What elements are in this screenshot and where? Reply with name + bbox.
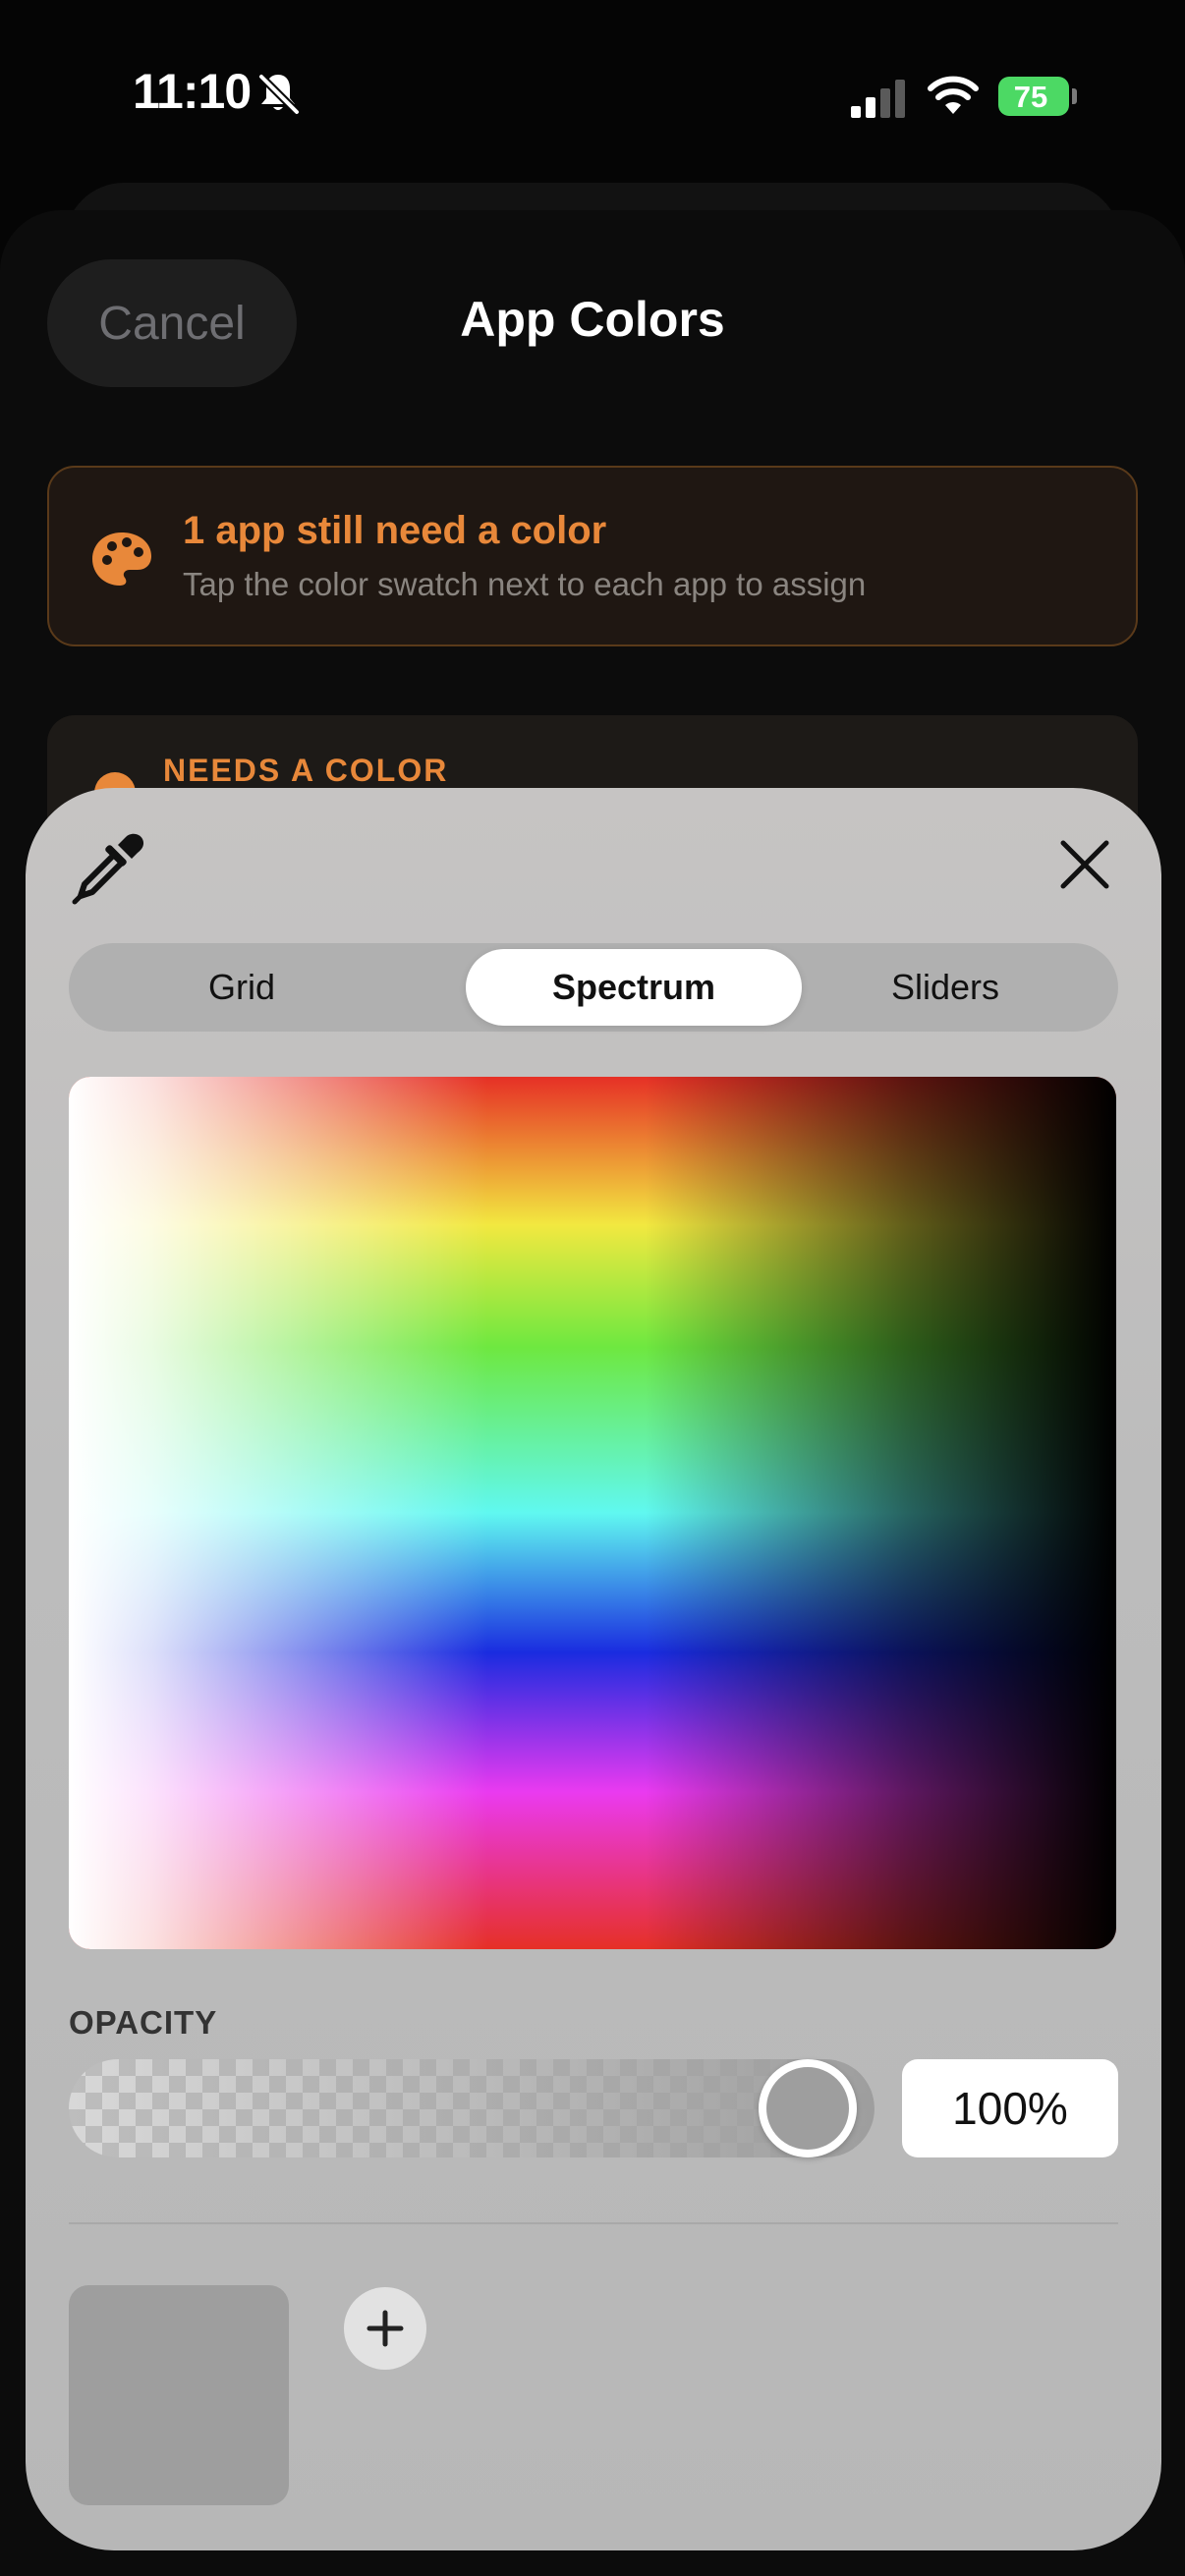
cellular-signal-icon (851, 80, 905, 118)
color-spectrum[interactable] (69, 1077, 1116, 1949)
palette-icon (92, 532, 151, 586)
missing-color-banner: 1 app still need a color Tap the color s… (47, 466, 1138, 646)
banner-title: 1 app still need a color (183, 509, 607, 552)
eyedropper-icon[interactable] (71, 831, 145, 906)
current-color-swatch[interactable] (69, 2285, 289, 2505)
cancel-button[interactable]: Cancel (47, 259, 297, 387)
status-bar: 11:10 75 (0, 0, 1185, 187)
opacity-slider[interactable] (69, 2059, 875, 2157)
wifi-icon (928, 76, 979, 114)
bell-slash-icon (258, 74, 300, 115)
opacity-label: OPACITY (69, 2004, 218, 2041)
divider (69, 2222, 1118, 2224)
spectrum-black-overlay (69, 1077, 1116, 1949)
plus-icon (367, 2310, 404, 2347)
color-picker-sheet: Grid Spectrum Sliders OPACITY 100% (26, 788, 1161, 2550)
section-header: NEEDS A COLOR (163, 753, 449, 788)
opacity-gradient (69, 2059, 875, 2157)
close-icon[interactable] (1057, 837, 1112, 892)
screen: 11:10 75 Cancel App Colors 1 app still n… (0, 0, 1185, 2576)
tab-grid[interactable]: Grid (75, 949, 409, 1026)
battery-cap (1072, 88, 1077, 104)
battery-level: 75 (1013, 80, 1048, 114)
opacity-value-field[interactable]: 100% (902, 2059, 1118, 2157)
tab-spectrum[interactable]: Spectrum (466, 949, 802, 1026)
battery-indicator: 75 (998, 77, 1077, 116)
picker-mode-tabs: Grid Spectrum Sliders (69, 943, 1118, 1032)
status-time: 11:10 (133, 64, 252, 119)
sheet-title: App Colors (460, 292, 725, 347)
add-swatch-button[interactable] (344, 2287, 426, 2370)
opacity-slider-thumb[interactable] (759, 2059, 857, 2157)
tab-sliders[interactable]: Sliders (778, 949, 1112, 1026)
banner-subtitle: Tap the color swatch next to each app to… (183, 566, 867, 602)
